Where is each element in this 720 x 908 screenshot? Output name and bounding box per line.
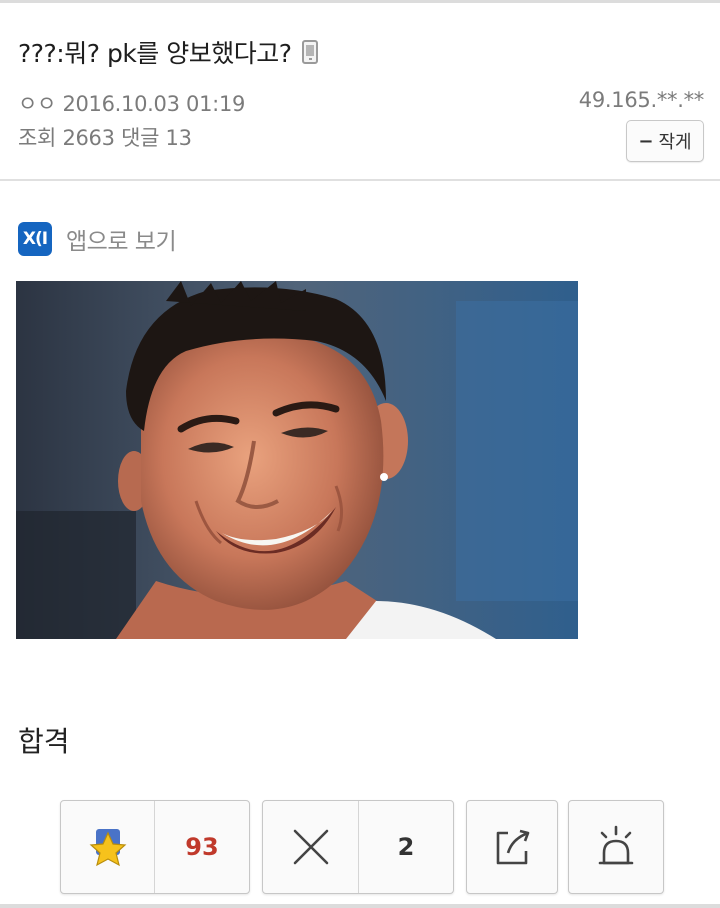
top-border <box>0 0 720 3</box>
app-view-link[interactable]: X(I 앱으로 보기 <box>18 222 177 256</box>
not-recommend-count-cell: 2 <box>358 801 453 893</box>
star-icon <box>89 829 126 867</box>
recommend-count: 93 <box>185 833 219 861</box>
comments-label: 댓글 <box>121 126 160 150</box>
app-view-label: 앱으로 보기 <box>66 229 177 255</box>
comments-count: 13 <box>165 126 192 150</box>
post-datetime: 2016.10.03 01:19 <box>62 92 246 116</box>
post-image <box>16 281 578 639</box>
text-size-button-label: 작게 <box>658 132 692 153</box>
recommend-button[interactable] <box>61 801 154 893</box>
author-ip: 49.165.**.** <box>578 88 705 112</box>
not-recommend-group: 2 <box>262 800 454 894</box>
minus-icon: − <box>638 130 654 152</box>
recommend-group: 93 <box>60 800 250 894</box>
mobile-icon <box>301 40 318 64</box>
views-count: 2663 <box>62 126 115 150</box>
smiling-man-photo <box>16 281 578 639</box>
recommend-count-cell: 93 <box>154 801 249 893</box>
views-label: 조회 <box>18 126 57 150</box>
post-title-text: ???:뭐? pk를 양보했다고? <box>18 39 292 68</box>
author-name[interactable]: ㅇㅇ <box>18 92 56 116</box>
share-icon <box>496 829 530 865</box>
app-logo-icon: X(I <box>18 222 52 256</box>
post-title: ???:뭐? pk를 양보했다고? <box>18 34 318 70</box>
report-cell <box>569 801 663 893</box>
post-stats: 조회 2663 댓글 13 <box>18 122 192 152</box>
text-size-button[interactable]: − 작게 <box>626 120 704 162</box>
post-body-text: 합격 <box>18 725 70 758</box>
x-icon <box>293 829 328 865</box>
not-recommend-button[interactable] <box>263 801 358 893</box>
report-button[interactable] <box>568 800 664 894</box>
share-button[interactable] <box>466 800 558 894</box>
not-recommend-count: 2 <box>397 833 415 861</box>
header-divider <box>0 179 720 181</box>
post-action-bar: 93 2 <box>60 800 664 896</box>
share-cell <box>467 801 557 893</box>
siren-icon <box>598 825 634 865</box>
bottom-border <box>0 904 720 908</box>
post-author-line: ㅇㅇ 2016.10.03 01:19 <box>18 88 245 118</box>
